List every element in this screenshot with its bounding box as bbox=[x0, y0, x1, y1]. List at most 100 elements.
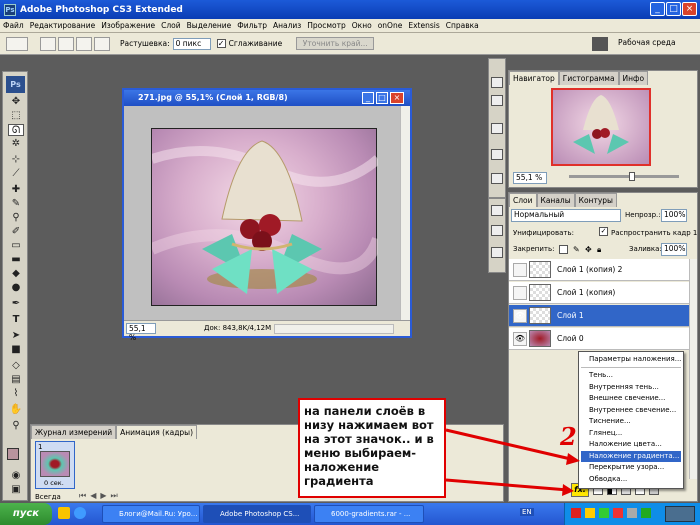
doc-maximize-button[interactable]: □ bbox=[376, 92, 388, 104]
brush-tool-icon[interactable]: ✎ bbox=[8, 198, 24, 210]
clone-source-icon[interactable] bbox=[491, 247, 503, 258]
taskbar-item-active[interactable]: Adobe Photoshop CS... bbox=[203, 505, 311, 523]
clone-stamp-icon[interactable]: ⚲ bbox=[8, 212, 24, 224]
navigator-thumbnail[interactable] bbox=[551, 88, 651, 166]
character-panel-icon[interactable] bbox=[491, 205, 503, 216]
3d-tool-icon[interactable]: ◇ bbox=[8, 360, 24, 372]
zoom-tool-icon[interactable]: ⚲ bbox=[8, 420, 24, 432]
magic-wand-tool-icon[interactable]: ✲ bbox=[8, 138, 24, 150]
eye-icon[interactable]: 👁︎ bbox=[513, 308, 527, 323]
menu-help[interactable]: Справка bbox=[446, 21, 479, 30]
tab-layers[interactable]: Слои bbox=[509, 193, 537, 207]
opacity-input[interactable]: 100% bbox=[661, 209, 687, 222]
quick-mask-icon[interactable]: ◉ bbox=[8, 470, 24, 482]
propagate-checkbox[interactable]: ✓ bbox=[599, 227, 608, 236]
history-panel-icon[interactable] bbox=[491, 173, 503, 184]
menu-edit[interactable]: Редактирование bbox=[30, 21, 95, 30]
tray-icon-security[interactable] bbox=[585, 508, 595, 518]
menu-analysis[interactable]: Анализ bbox=[273, 21, 301, 30]
hand-tool-icon[interactable]: ✋ bbox=[8, 404, 24, 416]
menu-item-outer-glow[interactable]: Внешнее свечение... bbox=[581, 393, 681, 405]
language-indicator[interactable]: EN bbox=[520, 508, 534, 516]
canvas-area[interactable] bbox=[124, 106, 400, 320]
layer-visibility-toggle[interactable] bbox=[513, 262, 527, 277]
document-image[interactable] bbox=[151, 128, 378, 306]
antialias-checkbox[interactable]: ✓ bbox=[216, 39, 226, 48]
menu-extensis[interactable]: Extensis bbox=[408, 21, 439, 30]
tab-channels[interactable]: Каналы bbox=[536, 193, 575, 207]
tab-info[interactable]: Инфо bbox=[618, 71, 649, 85]
pen-tool-icon[interactable]: ✒ bbox=[8, 298, 24, 310]
layer-row[interactable]: Слой 1 (копия) bbox=[509, 282, 689, 304]
layer-row-selected[interactable]: 👁︎ Слой 1 bbox=[509, 305, 689, 327]
workspace-label[interactable]: Рабочая среда bbox=[618, 38, 676, 47]
menu-item-inner-shadow[interactable]: Внутренняя тень... bbox=[581, 382, 681, 394]
type-tool-icon[interactable]: T bbox=[8, 314, 24, 326]
actions-panel-icon[interactable] bbox=[491, 149, 503, 160]
lasso-preset-picker[interactable] bbox=[6, 36, 28, 51]
animation-frame[interactable]: 1 0 сек. bbox=[35, 441, 75, 489]
crop-tool-icon[interactable]: ⊹ bbox=[8, 154, 24, 166]
menu-file[interactable]: Файл bbox=[3, 21, 24, 30]
lock-all-icon[interactable]: 🔒︎ bbox=[597, 245, 606, 254]
add-selection-button[interactable] bbox=[58, 36, 74, 51]
menu-view[interactable]: Просмотр bbox=[307, 21, 346, 30]
lock-transparent-icon[interactable] bbox=[559, 245, 568, 254]
layer-visibility-toggle[interactable] bbox=[513, 285, 527, 300]
layers-scrollbar[interactable] bbox=[689, 259, 697, 479]
doc-close-button[interactable]: × bbox=[390, 92, 404, 104]
slice-tool-icon[interactable]: ⟋ bbox=[8, 168, 24, 180]
fill-input[interactable]: 100% bbox=[661, 243, 687, 256]
subtract-selection-button[interactable] bbox=[76, 36, 92, 51]
healing-brush-icon[interactable]: ✚ bbox=[8, 184, 24, 196]
lasso-tool-icon[interactable]: ᘏ bbox=[8, 124, 24, 136]
doc-horizontal-scrollbar[interactable] bbox=[274, 324, 394, 334]
blur-tool-icon[interactable]: ◆ bbox=[8, 268, 24, 280]
layer-row[interactable]: 👁︎ Слой 0 bbox=[509, 328, 689, 350]
tab-measurement-log[interactable]: Журнал измерений bbox=[31, 425, 117, 439]
paragraph-panel-icon[interactable] bbox=[491, 225, 503, 236]
tab-animation-frames[interactable]: Анимация (кадры) bbox=[116, 425, 198, 439]
taskbar-item[interactable]: Блоги@Mail.Ru: Уро... bbox=[102, 505, 200, 523]
navigator-zoom-slider[interactable] bbox=[569, 175, 679, 178]
maximize-button[interactable]: □ bbox=[666, 2, 681, 16]
layer-name[interactable]: Слой 1 (копия) 2 bbox=[557, 265, 622, 274]
taskbar-item[interactable]: 6000-gradients.rar - ... bbox=[314, 505, 424, 523]
menu-filter[interactable]: Фильтр bbox=[237, 21, 267, 30]
layer-name[interactable]: Слой 1 bbox=[557, 311, 584, 320]
doc-zoom-field[interactable]: 55,1 % bbox=[126, 323, 156, 342]
history-brush-icon[interactable]: ✐ bbox=[8, 226, 24, 238]
tab-histogram[interactable]: Гистограмма bbox=[558, 71, 619, 85]
tray-icon-network[interactable] bbox=[599, 508, 609, 518]
tray-icon-messenger[interactable] bbox=[641, 508, 651, 518]
new-selection-button[interactable] bbox=[40, 36, 56, 51]
quicklaunch-icon[interactable] bbox=[58, 507, 70, 519]
close-button[interactable]: × bbox=[682, 2, 697, 16]
menu-window[interactable]: Окно bbox=[352, 21, 372, 30]
tray-icon-mail[interactable] bbox=[571, 508, 581, 518]
menu-layer[interactable]: Слой bbox=[161, 21, 181, 30]
eye-icon[interactable]: 👁︎ bbox=[513, 331, 527, 346]
tool-presets-icon[interactable] bbox=[491, 123, 503, 134]
refine-edge-button[interactable]: Уточнить край... bbox=[296, 37, 375, 50]
marquee-tool-icon[interactable]: ⬚ bbox=[8, 110, 24, 122]
tab-paths[interactable]: Контуры bbox=[574, 193, 617, 207]
gradient-tool-icon[interactable]: ▬ bbox=[8, 254, 24, 266]
layer-name[interactable]: Слой 0 bbox=[557, 334, 584, 343]
blend-mode-select[interactable]: Нормальный bbox=[511, 209, 621, 222]
navigator-zoom-handle[interactable] bbox=[629, 172, 635, 181]
menu-onone[interactable]: onOne bbox=[378, 21, 403, 30]
navigator-zoom-field[interactable]: 55,1 % bbox=[513, 172, 547, 184]
menu-item-drop-shadow[interactable]: Тень... bbox=[581, 370, 681, 382]
feather-input[interactable]: 0 пикс bbox=[172, 37, 211, 50]
brush-panel-icon[interactable] bbox=[491, 77, 503, 88]
path-selection-icon[interactable]: ➤ bbox=[8, 330, 24, 342]
minimize-button[interactable]: _ bbox=[650, 2, 665, 16]
workspace-icon[interactable] bbox=[592, 37, 608, 51]
layer-row[interactable]: Слой 1 (копия) 2 bbox=[509, 259, 689, 281]
tray-thumbnail[interactable] bbox=[665, 506, 695, 522]
doc-minimize-button[interactable]: _ bbox=[362, 92, 374, 104]
ie-icon[interactable] bbox=[74, 507, 86, 519]
move-tool-icon[interactable]: ✥ bbox=[8, 96, 24, 108]
lock-position-icon[interactable]: ✥ bbox=[585, 245, 594, 254]
